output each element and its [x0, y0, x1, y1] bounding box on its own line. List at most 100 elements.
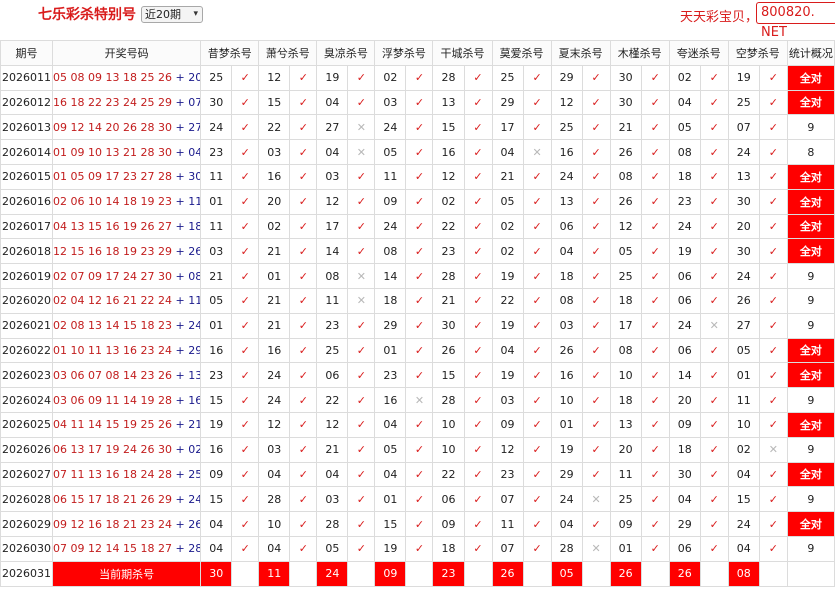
check-icon: ✓: [347, 337, 376, 364]
kill-number: 25: [727, 89, 760, 116]
kill-number: 03: [550, 312, 583, 339]
kill-number: 19: [668, 238, 701, 265]
kill-number: 22: [316, 387, 349, 413]
kill-number: 10: [432, 436, 465, 463]
table-header-row: 期号 开奖号码 昔梦杀号 萧兮杀号 臭凉杀号 浮梦杀号 干城杀号 莫爱杀号 夏末杀号 木槿杀号 夸迷…: [0, 40, 835, 66]
table-row: 202603007 09 12 14 15 18 27 + 2804✓04✓05…: [0, 535, 835, 562]
kill-number: 13: [432, 89, 465, 116]
check-icon: ✓: [699, 411, 729, 438]
table-row: 202602403 06 09 11 14 19 28 + 1615✓24✓22…: [0, 387, 835, 413]
plus-sign: +: [172, 95, 189, 109]
plus-sign: +: [172, 492, 189, 506]
plus-sign: +: [172, 443, 189, 457]
column-header: 臭凉杀号: [316, 40, 376, 66]
all-correct-badge: 全对: [786, 238, 835, 265]
kill-number: 25: [609, 263, 642, 289]
kill-number: 21: [432, 287, 465, 314]
draw-numbers: 03 06 09 11 14 19 28 + 16: [52, 387, 202, 413]
table-row: 202601401 09 10 13 21 28 30 + 0423✓03✓04…: [0, 139, 835, 165]
check-icon: ✓: [289, 436, 318, 463]
check-icon: ✓: [405, 486, 434, 513]
check-icon: ✓: [522, 461, 552, 488]
special-number: 25: [188, 467, 199, 481]
check-icon: ✓: [289, 362, 318, 389]
current-period-row: 2026031 当前期杀号 30 11 24 09 23 26 05 26 26 08: [0, 560, 835, 587]
kill-number: 15: [258, 89, 291, 116]
kill-number: 07: [491, 535, 524, 562]
check-icon: ✓: [640, 139, 670, 165]
kill-number: 12: [609, 213, 642, 240]
check-icon: ✓: [758, 411, 788, 438]
site-badge[interactable]: 800820. NET: [756, 2, 835, 40]
plus-sign: +: [172, 145, 189, 159]
draw-numbers: 04 11 14 15 19 25 26 + 21: [52, 411, 202, 438]
kill-number: 16: [258, 337, 291, 364]
check-icon: ✓: [758, 511, 788, 537]
empty-cell: [640, 560, 670, 587]
kill-number: 03: [316, 163, 349, 190]
check-icon: ✓: [231, 411, 260, 438]
plus-sign: +: [172, 368, 189, 382]
kill-number: 15: [374, 511, 407, 537]
check-icon: ✓: [640, 89, 670, 116]
main-numbers: 02 04 12 16 21 22 24: [53, 294, 173, 308]
kill-number: 11: [200, 163, 233, 190]
main-numbers: 09 12 16 18 21 23 24: [53, 517, 173, 531]
kill-number: 24: [258, 362, 291, 389]
kill-number: 12: [550, 89, 583, 116]
main-numbers: 04 11 14 15 19 25 26: [53, 418, 173, 432]
kill-number: 02: [432, 188, 465, 215]
check-icon: ✓: [522, 238, 552, 265]
special-number: 28: [188, 542, 199, 556]
check-icon: ✓: [405, 287, 434, 314]
cross-icon: ✕: [581, 535, 611, 562]
kill-number: 10: [727, 411, 760, 438]
main-numbers: 06 13 17 19 24 26 30: [53, 443, 173, 457]
check-icon: ✓: [463, 163, 493, 190]
period-select-value: 近20期: [145, 8, 181, 21]
all-correct-badge: 全对: [786, 461, 835, 488]
kill-number: 01: [609, 535, 642, 562]
table-row: 202602102 08 13 14 15 18 23 + 2401✓21✓23…: [0, 312, 835, 339]
kill-number: 19: [491, 263, 524, 289]
plus-sign: +: [172, 120, 189, 134]
period-select[interactable]: 近20期 ▾: [141, 6, 203, 23]
kill-number: 15: [432, 114, 465, 141]
check-icon: ✓: [405, 114, 434, 141]
kill-number: 09: [609, 511, 642, 537]
kill-number: 01: [727, 362, 760, 389]
table-row: 202602303 06 07 08 14 23 26 + 1323✓24✓06…: [0, 362, 835, 389]
kill-number: 21: [609, 114, 642, 141]
main-numbers: 07 11 13 16 18 24 28: [53, 467, 173, 481]
promo-text[interactable]: 天天彩宝贝，: [680, 6, 758, 25]
table-row: 202601602 06 10 14 18 19 23 + 1101✓20✓12…: [0, 188, 835, 215]
kill-number: 08: [550, 287, 583, 314]
special-number: 16: [188, 393, 199, 407]
all-correct-badge: 全对: [786, 163, 835, 190]
check-icon: ✓: [522, 436, 552, 463]
kill-number: 30: [727, 188, 760, 215]
issue-number: 2026025: [0, 411, 54, 438]
kill-number: 19: [550, 436, 583, 463]
kill-number: 16: [550, 362, 583, 389]
issue-number: 2026016: [0, 188, 54, 215]
plus-sign: +: [172, 319, 189, 333]
check-icon: ✓: [522, 163, 552, 190]
kill-number: 15: [432, 362, 465, 389]
column-header: 统计概况: [786, 40, 835, 66]
check-icon: ✓: [405, 362, 434, 389]
current-kill-number: 24: [316, 560, 349, 587]
check-icon: ✓: [522, 337, 552, 364]
kill-number: 15: [200, 387, 233, 413]
issue-number: 2026011: [0, 64, 54, 91]
table-row: 202601309 12 14 20 26 28 30 + 2724✓22✓27…: [0, 114, 835, 141]
cross-icon: ✕: [347, 114, 376, 141]
check-icon: ✓: [231, 114, 260, 141]
kill-number: 16: [258, 163, 291, 190]
check-icon: ✓: [581, 163, 611, 190]
check-icon: ✓: [640, 163, 670, 190]
kill-number: 04: [316, 461, 349, 488]
check-icon: ✓: [289, 387, 318, 413]
check-icon: ✓: [581, 139, 611, 165]
kill-number: 16: [432, 139, 465, 165]
